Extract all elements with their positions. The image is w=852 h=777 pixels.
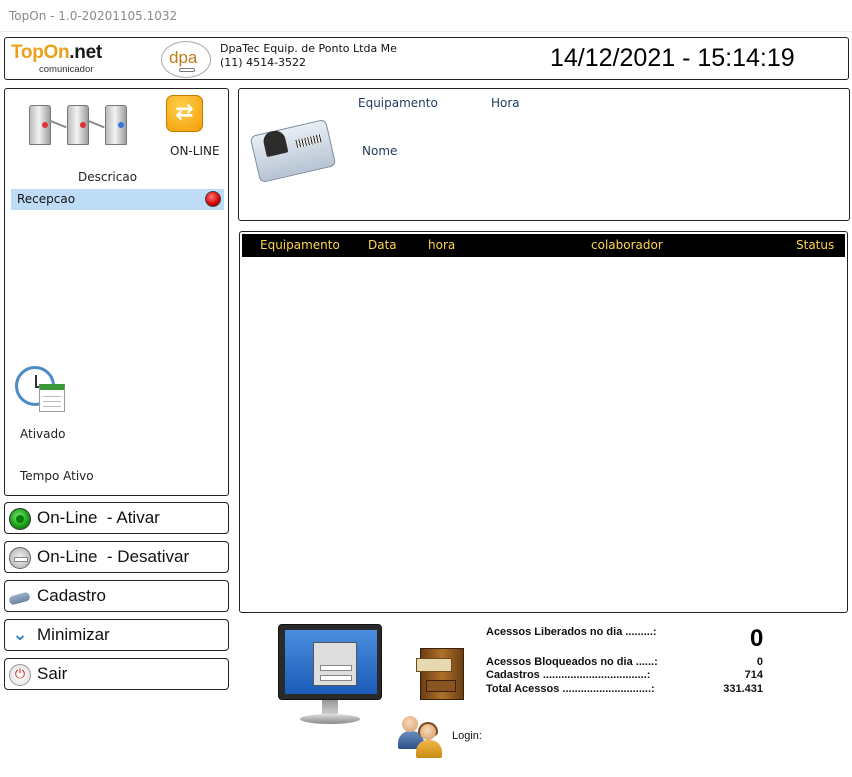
hora-label: Hora (491, 96, 520, 110)
online-label: ON-LINE (170, 144, 220, 158)
tempo-ativo-label: Tempo Ativo (20, 469, 94, 483)
online-ativar-button[interactable]: On-Line - Ativar (4, 502, 229, 534)
total-label: Total Acessos ..........................… (486, 683, 655, 695)
column-colaborador[interactable]: colaborador (591, 238, 663, 252)
swap-arrows-icon[interactable]: ⇄ (166, 95, 203, 132)
window-title: TopOn - 1.0-20201105.1032 (9, 9, 178, 23)
nome-label: Nome (362, 144, 398, 158)
online-desativar-label: On-Line - Desativar (37, 547, 190, 566)
status-led-icon (205, 191, 221, 207)
topon-logo: TopOn.net comunicador (11, 42, 102, 75)
ativado-label: Ativado (20, 427, 66, 441)
table-header: Equipamento Data hora colaborador Status (242, 234, 845, 257)
file-cabinet-icon (416, 644, 466, 702)
bloqueados-label: Acessos Bloqueados no dia ......: (486, 656, 658, 668)
online-desativar-button[interactable]: On-Line - Desativar (4, 541, 229, 573)
column-data[interactable]: Data (368, 238, 397, 252)
minimizar-button[interactable]: ⌄ Minimizar (4, 619, 229, 651)
company-phone: (11) 4514-3522 (220, 56, 307, 69)
chevron-down-icon: ⌄ (12, 624, 28, 645)
column-equipamento[interactable]: Equipamento (260, 238, 340, 252)
id-badge-icon (249, 115, 337, 185)
dpatec-logo: dpa (161, 41, 211, 78)
liberados-label: Acessos Liberados no dia .........: (486, 626, 657, 638)
clock-calendar-icon (15, 366, 65, 416)
company-info: DpaTec Equip. de Ponto Ltda Me (11) 4514… (220, 42, 397, 70)
logo-subtitle: comunicador (39, 64, 94, 75)
total-value: 331.431 (723, 683, 763, 695)
login-label: Login: (452, 730, 482, 742)
bloqueados-value: 0 (756, 656, 763, 668)
cadastros-value: 714 (744, 669, 763, 681)
window-titlebar: TopOn - 1.0-20201105.1032 (0, 0, 852, 32)
device-name: Recepcao (17, 192, 76, 206)
column-status[interactable]: Status (796, 238, 834, 252)
login-monitor-icon (278, 624, 382, 728)
cadastro-button[interactable]: Cadastro (4, 580, 229, 612)
device-row[interactable]: Recepcao (11, 189, 224, 210)
cadastros-label: Cadastros ..............................… (486, 669, 651, 681)
users-icon (398, 714, 442, 758)
turnstile-icon (27, 101, 135, 149)
access-info-panel: Equipamento Hora Nome (238, 88, 850, 221)
column-hora[interactable]: hora (428, 238, 455, 252)
descricao-header: Descricao (78, 170, 138, 184)
power-icon: ⏻ (9, 664, 31, 686)
datetime-display: 14/12/2021 - 15:14:19 (550, 44, 795, 72)
sair-label: Sair (37, 664, 68, 683)
logo-text: TopOn.net (11, 42, 102, 63)
cadastro-label: Cadastro (37, 586, 106, 605)
devices-panel: ⇄ ON-LINE Descricao Recepcao Ativado Tem… (4, 88, 229, 496)
sair-button[interactable]: ⏻ Sair (4, 658, 229, 690)
company-name: DpaTec Equip. de Ponto Ltda Me (220, 42, 397, 55)
gray-light-icon (9, 547, 31, 569)
access-log-table[interactable]: Equipamento Data hora colaborador Status (239, 231, 848, 613)
online-ativar-label: On-Line - Ativar (37, 508, 160, 527)
minimizar-label: Minimizar (37, 625, 110, 644)
liberados-value: 0 (750, 625, 764, 652)
equipamento-label: Equipamento (358, 96, 438, 110)
header-bar: TopOn.net comunicador dpa DpaTec Equip. … (4, 37, 849, 80)
card-icon (9, 586, 31, 608)
green-light-icon (9, 508, 31, 530)
